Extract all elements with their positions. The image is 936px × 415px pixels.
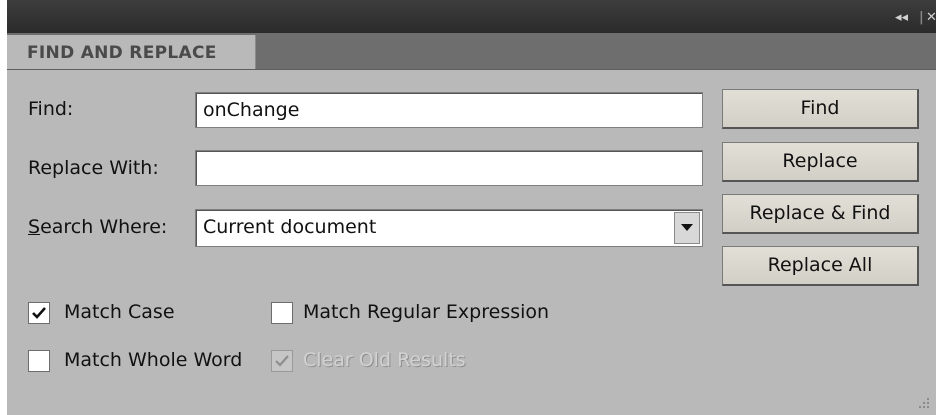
match-case-checkbox[interactable] xyxy=(28,302,50,324)
tab-label: FIND AND REPLACE xyxy=(27,43,217,63)
search-where-label: Search Where: xyxy=(28,216,167,238)
tab-find-and-replace[interactable]: FIND AND REPLACE xyxy=(7,35,256,69)
find-replace-panel: ◂◂ | ✕ FIND AND REPLACE Find: onChange R… xyxy=(7,0,936,415)
match-regex-checkbox[interactable] xyxy=(271,302,293,324)
tab-strip: FIND AND REPLACE xyxy=(7,33,936,70)
find-input-value: onChange xyxy=(203,99,300,121)
dropdown-button[interactable] xyxy=(674,212,700,244)
close-icon[interactable]: ✕ xyxy=(926,10,936,25)
match-whole-word-label[interactable]: Match Whole Word xyxy=(64,349,242,371)
clear-old-results-label: Clear Old Results xyxy=(303,349,466,371)
search-where-label-rest: earch Where: xyxy=(40,216,168,238)
panel-titlebar: ◂◂ | ✕ xyxy=(7,0,936,33)
replace-button[interactable]: Replace xyxy=(722,142,919,182)
search-where-mnemonic: S xyxy=(28,216,41,238)
replace-with-label: Replace With: xyxy=(28,157,159,179)
collapse-icon[interactable]: ◂◂ xyxy=(895,10,908,25)
search-where-value: Current document xyxy=(203,216,377,238)
find-label: Find: xyxy=(28,98,74,120)
clear-old-results-checkbox xyxy=(271,350,293,372)
checkmark-icon xyxy=(32,307,46,319)
replace-all-button[interactable]: Replace All xyxy=(722,246,919,286)
replace-and-find-button[interactable]: Replace & Find xyxy=(722,194,919,234)
triangle-down-icon xyxy=(681,224,693,231)
resize-grip-icon[interactable] xyxy=(918,397,930,409)
find-button[interactable]: Find xyxy=(722,89,919,129)
search-where-select[interactable]: Current document xyxy=(195,209,703,247)
checkmark-icon xyxy=(275,355,289,367)
match-whole-word-checkbox[interactable] xyxy=(28,350,50,372)
titlebar-divider: | xyxy=(919,10,924,25)
find-input[interactable]: onChange xyxy=(195,92,703,128)
replace-with-input[interactable] xyxy=(195,150,703,186)
match-case-label[interactable]: Match Case xyxy=(64,301,175,323)
match-regex-label[interactable]: Match Regular Expression xyxy=(303,301,549,323)
